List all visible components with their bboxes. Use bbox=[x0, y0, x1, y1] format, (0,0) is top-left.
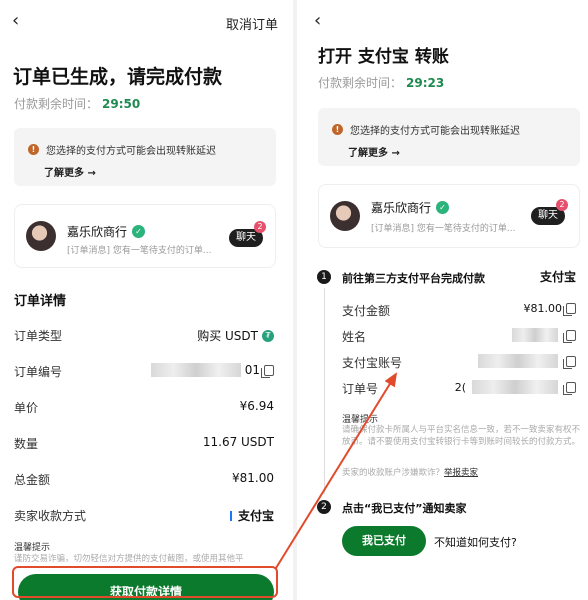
redacted-block bbox=[478, 354, 558, 368]
verified-badge-icon: ✓ bbox=[436, 201, 450, 214]
copy-icon[interactable] bbox=[563, 329, 576, 343]
alipay-account-value bbox=[478, 354, 576, 369]
warning-icon: ! bbox=[332, 124, 343, 135]
merchant-avatar bbox=[26, 221, 56, 251]
step-connector bbox=[324, 288, 325, 494]
timer-label: 付款剩余时间： bbox=[14, 97, 99, 111]
order-created-screen: ‹ 取消订单 订单已生成，请完成付款 付款剩余时间： 29:50 ! 您选择的支付… bbox=[0, 0, 292, 600]
merchant-card[interactable]: 嘉乐欣商行 ✓ [订单消息] 您有一笔待支付的订单... 聊天 2 bbox=[318, 184, 580, 248]
payment-method-value: 支付宝 bbox=[229, 507, 274, 524]
redacted-block bbox=[472, 380, 558, 394]
name-label: 姓名 bbox=[342, 330, 367, 344]
order-number-label: 订单编号 bbox=[14, 365, 63, 379]
delay-notice: ! 您选择的支付方式可能会出现转账延迟 了解更多 → bbox=[14, 128, 276, 186]
payment-method-label: 卖家收款方式 bbox=[14, 509, 87, 523]
unit-price-label: 单价 bbox=[14, 401, 39, 415]
pay-amount-label: 支付金额 bbox=[342, 304, 391, 318]
payment-timer: 付款剩余时间： 29:23 bbox=[318, 74, 444, 91]
merchant-name-text: 嘉乐欣商行 bbox=[67, 225, 128, 239]
merchant-avatar bbox=[330, 201, 360, 231]
timer-label: 付款剩余时间： bbox=[318, 76, 403, 90]
redacted-block bbox=[512, 328, 558, 342]
cancel-order-button[interactable]: 取消订单 bbox=[226, 14, 278, 33]
report-seller-link[interactable]: 举报卖家 bbox=[444, 468, 478, 478]
timer-value: 29:50 bbox=[102, 97, 141, 111]
order-number-value: 01 bbox=[150, 363, 274, 378]
copy-icon[interactable] bbox=[563, 303, 576, 316]
verified-badge-icon: ✓ bbox=[132, 225, 146, 238]
how-to-pay-link[interactable]: 不知道如何支付? bbox=[434, 534, 517, 550]
learn-more-link[interactable]: 了解更多 → bbox=[348, 144, 400, 159]
pay-amount-text: ¥81.00 bbox=[523, 302, 563, 315]
order-type-value: 购买 USDT ₮ bbox=[197, 327, 274, 344]
merchant-last-message: [订单消息] 您有一笔待支付的订单... bbox=[67, 246, 212, 256]
back-chevron-icon[interactable]: ‹ bbox=[12, 12, 19, 30]
learn-more-link[interactable]: 了解更多 → bbox=[44, 164, 96, 179]
notice-text: 您选择的支付方式可能会出现转账延迟 bbox=[350, 126, 520, 137]
step-1-title: 前往第三方支付平台完成付款 bbox=[342, 272, 485, 285]
warning-icon: ! bbox=[28, 144, 39, 155]
panel-divider bbox=[293, 0, 297, 600]
step-1-method: 支付宝 bbox=[539, 270, 576, 284]
tip-text: 谨防交易诈骗，切勿轻信对方提供的支付截图，或使用其他平 bbox=[14, 554, 244, 564]
tip-text: 请确保付款卡所属人与平台实名信息一致，若不一致卖家有权不放币。请不要使用支付宝转… bbox=[342, 425, 581, 447]
order-no-label: 订单号 bbox=[342, 382, 379, 396]
unread-badge: 2 bbox=[254, 221, 266, 233]
report-row: 卖家的收款账户涉嫌欺诈？举报卖家 bbox=[342, 466, 478, 478]
highlight-box bbox=[12, 566, 278, 598]
delay-notice: ! 您选择的支付方式可能会出现转账延迟 了解更多 → bbox=[318, 108, 580, 166]
order-number-text: 01 bbox=[244, 363, 260, 377]
merchant-name: 嘉乐欣商行 ✓ bbox=[67, 223, 146, 240]
copy-icon[interactable] bbox=[563, 355, 576, 369]
usdt-icon: ₮ bbox=[262, 329, 274, 342]
quantity-label: 数量 bbox=[14, 437, 39, 451]
merchant-card[interactable]: 嘉乐欣商行 ✓ [订单消息] 您有一笔待支付的订单... 聊天 2 bbox=[14, 204, 276, 268]
order-no-text: 2( bbox=[454, 380, 466, 394]
notice-text: 您选择的支付方式可能会出现转账延迟 bbox=[46, 146, 216, 157]
i-have-paid-button[interactable]: 我已支付 bbox=[342, 526, 426, 556]
tip-title: 温馨提示 bbox=[14, 543, 51, 553]
order-details-title: 订单详情 bbox=[14, 294, 67, 309]
unit-price-value: ¥6.94 bbox=[239, 399, 274, 413]
redacted-block bbox=[150, 363, 241, 377]
alipay-marker-icon bbox=[229, 510, 232, 521]
order-no-value: 2( bbox=[454, 380, 576, 395]
copy-icon[interactable] bbox=[261, 364, 274, 378]
unread-badge: 2 bbox=[556, 199, 568, 211]
merchant-last-message: [订单消息] 您有一笔待支付的订单... bbox=[371, 224, 516, 234]
total-amount-label: 总金额 bbox=[14, 473, 51, 487]
merchant-name-text: 嘉乐欣商行 bbox=[371, 201, 432, 215]
step-2-number: 2 bbox=[317, 500, 331, 514]
total-amount-value: ¥81.00 bbox=[232, 471, 274, 485]
merchant-name: 嘉乐欣商行 ✓ bbox=[371, 199, 450, 216]
copy-icon[interactable] bbox=[563, 381, 576, 395]
page-title: 订单已生成，请完成付款 bbox=[13, 66, 223, 88]
payment-timer: 付款剩余时间： 29:50 bbox=[14, 95, 140, 112]
step-1-number: 1 bbox=[317, 270, 331, 284]
back-chevron-icon[interactable]: ‹ bbox=[314, 12, 321, 30]
timer-value: 29:23 bbox=[406, 76, 445, 90]
payment-method-text: 支付宝 bbox=[237, 509, 274, 523]
report-question: 卖家的收款账户涉嫌欺诈？ bbox=[342, 468, 445, 478]
pay-amount-value: ¥81.00 bbox=[523, 302, 576, 316]
page-title: 打开 支付宝 转账 bbox=[318, 47, 449, 67]
order-type-label: 订单类型 bbox=[14, 329, 63, 343]
step-2-title: 点击“我已支付”通知卖家 bbox=[342, 502, 467, 515]
quantity-value: 11.67 USDT bbox=[202, 435, 274, 449]
name-value bbox=[512, 328, 576, 343]
alipay-account-label: 支付宝账号 bbox=[342, 356, 403, 370]
order-type-text: 购买 USDT bbox=[197, 329, 258, 343]
